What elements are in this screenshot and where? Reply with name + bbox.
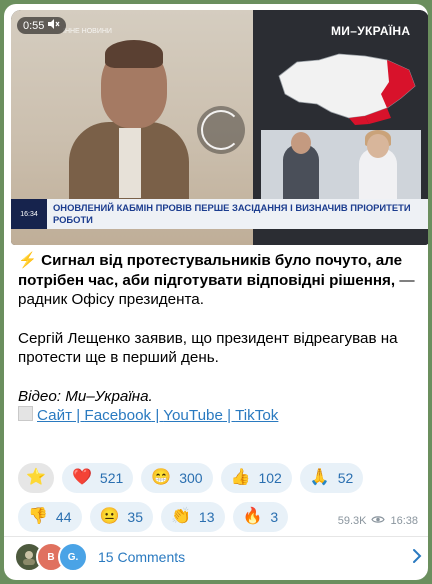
speaker-shirt [119,128,141,198]
eye-icon [371,515,386,527]
link-separator-2: | [151,407,164,424]
reactions-row-1: ⭐ ❤️ 521 😁 300 👍 102 🙏 52 [18,463,398,493]
link-facebook[interactable]: Facebook [84,407,151,424]
reaction-count: 44 [55,509,72,525]
reaction-neutral-button[interactable]: 😐 35 [89,502,153,532]
loading-spinner-icon [197,106,245,154]
ukraine-map [278,53,416,125]
video-duration-chip[interactable]: 0:55 [17,17,67,34]
message-bubble: ІННЕ НОВИНИ МИ–УКРАЇНА 0:55 16:34 ОНОВЛЕ… [4,4,428,580]
chevron-right-icon[interactable] [412,548,422,569]
comments-bar[interactable]: B G. 15 Comments [14,540,422,574]
lightning-emoji-icon: ⚡ [18,252,37,269]
link-square-icon [18,406,33,421]
studio-anchors [261,130,421,200]
avatar: G. [58,542,88,572]
news-ticker: 16:34 ОНОВЛЕНИЙ КАБМІН ПРОВІВ ПЕРШЕ ЗАСІ… [11,199,428,229]
reaction-count: 102 [258,470,282,486]
small-channel-logo: ІННЕ НОВИНИ [63,28,112,35]
grin-icon: 😁 [151,469,172,486]
reaction-count: 300 [179,470,203,486]
message-links: Сайт | Facebook | YouTube | TikTok [18,406,418,426]
mute-icon[interactable] [48,19,60,32]
reaction-count: 521 [99,470,124,486]
message-meta: 59.3K 16:38 [338,515,418,527]
comments-label[interactable]: 15 Comments [98,549,185,565]
message-text: ⚡ Сигнал від протестувальників було почу… [18,251,418,426]
reaction-heart-button[interactable]: ❤️ 521 [62,463,134,493]
message-bold-quote: Сигнал від протестувальників було почуто… [18,252,403,289]
reaction-count: 35 [127,509,143,525]
message-video-credit: Відео: Ми–Україна. [18,387,153,405]
video-duration: 0:55 [23,19,45,32]
reaction-thumbs-up-button[interactable]: 👍 102 [220,463,292,493]
link-separator-1: | [72,407,85,424]
loading-ring [201,110,241,150]
link-tiktok[interactable]: TikTok [235,407,278,424]
anchor-female-head [367,134,389,158]
heart-icon: ❤️ [72,469,92,486]
reaction-pray-button[interactable]: 🙏 52 [299,463,364,493]
reaction-count: 52 [337,470,354,486]
thumbs-up-icon: 👍 [230,469,251,486]
speaker-hair [105,40,163,68]
commenter-avatars: B G. [14,542,88,572]
message-paragraph-2: Сергій Лещенко заявив, що президент відр… [18,329,398,367]
pray-icon: 🙏 [309,469,330,486]
thumbs-down-icon: 👎 [28,508,48,525]
clap-icon: 👏 [171,508,191,525]
reaction-grin-button[interactable]: 😁 300 [141,463,213,493]
channel-logo: МИ–УКРАЇНА [331,24,411,38]
neutral-face-icon: 😐 [99,508,120,525]
reaction-clap-button[interactable]: 👏 13 [161,502,225,532]
divider [4,536,428,537]
anchor-male-head [291,132,311,154]
reaction-count: 3 [270,509,279,525]
reactions: ⭐ ❤️ 521 😁 300 👍 102 🙏 52 👎 44 😐 35 👏 13… [18,463,398,541]
ticker-text: ОНОВЛЕНИЙ КАБМІН ПРОВІВ ПЕРШЕ ЗАСІДАННЯ … [53,202,411,225]
reaction-fire-button[interactable]: 🔥 3 [232,502,289,532]
message-time: 16:38 [390,515,418,527]
link-separator-3: | [222,407,236,424]
ticker-time: 16:34 [11,199,47,229]
video-player[interactable]: ІННЕ НОВИНИ МИ–УКРАЇНА 0:55 16:34 ОНОВЛЕ… [11,10,428,245]
star-icon: ⭐ [26,469,46,486]
link-youtube[interactable]: YouTube [163,407,223,424]
reaction-star-button[interactable]: ⭐ [18,463,54,493]
reaction-count: 13 [198,509,215,525]
link-site[interactable]: Сайт [37,407,72,424]
fire-icon: 🔥 [242,508,263,525]
reaction-thumbs-down-button[interactable]: 👎 44 [18,502,82,532]
view-count: 59.3K [337,515,367,527]
